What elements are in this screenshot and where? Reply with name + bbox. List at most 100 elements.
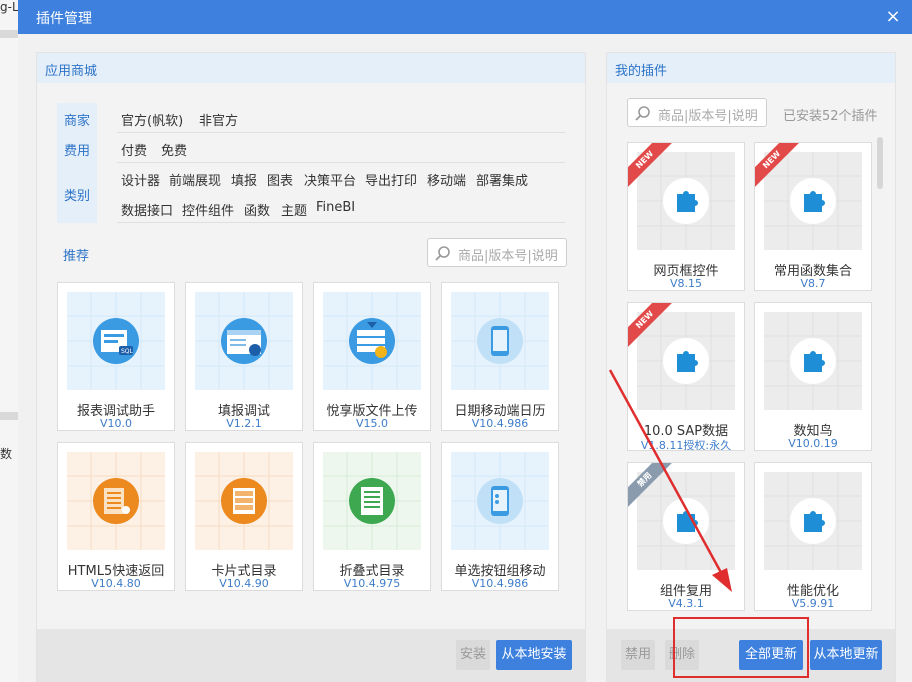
background-text: 数 [0,447,13,461]
filter-option-fill[interactable]: 填报 [231,170,257,189]
background-window [0,0,18,682]
card-thumbnail [764,472,862,570]
card-version: V10.0.19 [788,437,838,450]
my-plugin-card[interactable]: 性能优化 V5.9.91 [754,462,872,611]
disable-button[interactable]: 禁用 [621,640,655,670]
filter-option-export[interactable]: 导出打印 [365,170,417,189]
installed-count: 已安装52个插件 [783,109,878,124]
filter-option-mobile[interactable]: 移动端 [427,170,466,189]
card-thumbnail [67,452,165,550]
store-card[interactable]: 卡片式目录 V10.4.90 [185,442,303,591]
store-search-input[interactable]: 商品|版本号|说明 [427,238,567,267]
store-card[interactable]: 单选按钮组移动 V10.4.986 [441,442,559,591]
card-version: V5.9.91 [791,597,835,610]
filter-option-designer[interactable]: 设计器 [121,170,160,189]
html5-back-icon [104,488,130,514]
fold-catalog-icon [361,487,383,515]
card-version: V1.2.1 [226,417,262,430]
radio-mobile-icon [491,486,509,516]
filter-option-decision[interactable]: 决策平台 [304,170,356,189]
store-card[interactable]: SQL 报表调试助手 V10.0 [57,282,175,431]
store-card[interactable]: 日期移动端日历 V10.4.986 [441,282,559,431]
card-thumbnail [195,452,293,550]
store-card[interactable]: 折叠式目录 V10.4.975 [313,442,431,591]
filter-label-category: 类别 [63,189,90,204]
card-version: V8.7 [800,277,826,290]
store-search-placeholder: 商品|版本号|说明 [458,249,558,264]
card-thumbnail [637,472,735,570]
puzzle-icon [677,511,698,532]
filter-label-fee: 费用 [63,144,90,159]
filter-labels: 商家 费用 类别 [57,103,97,223]
filter-option-deploy[interactable]: 部署集成 [476,170,528,189]
card-version: V10.4.90 [219,577,269,590]
scrollbar[interactable] [877,137,883,189]
store-card[interactable]: 悅享版文件上传 V15.0 [313,282,431,431]
card-version: V10.4.986 [471,577,529,590]
delete-button[interactable]: 删除 [665,640,699,670]
filter-option-data-interface[interactable]: 数据接口 [121,200,173,219]
filter-option-theme[interactable]: 主题 [281,200,307,219]
update-all-button[interactable]: 全部更新 [739,640,803,670]
filter-option-function[interactable]: 函数 [244,200,270,219]
card-version: V4.3.1 [668,597,704,610]
my-plugin-card[interactable]: NEW 常用函数集合 V8.7 [754,142,872,291]
mobile-calendar-icon [491,326,509,356]
card-version: V10.4.986 [471,417,529,430]
background-divider [0,30,18,38]
puzzle-icon [677,351,698,372]
card-version: V10.0 [99,417,133,430]
card-thumbnail [637,312,735,410]
dialog-titlebar[interactable]: 插件管理 × [18,0,912,34]
fill-debug-icon [227,330,261,356]
store-card[interactable]: HTML5快速返回 V10.4.80 [57,442,175,591]
my-plugins-search-input[interactable]: 商品|版本号|说明 [627,98,767,127]
filter-option-frontend[interactable]: 前端展现 [169,170,221,189]
background-text: g-L [0,0,19,14]
card-catalog-icon [233,488,255,514]
report-debug-icon: SQL [101,330,134,355]
my-plugin-card[interactable]: NEW 网页框控件 V8.15 [627,142,745,291]
filter-label-vendor: 商家 [63,114,90,129]
puzzle-icon [804,191,825,212]
my-plugins-footer: 禁用 删除 全部更新 从本地更新 [607,629,895,681]
my-plugins-search-placeholder: 商品|版本号|说明 [658,109,758,124]
filter-option-widget[interactable]: 控件组件 [182,200,234,219]
card-version: V10.4.975 [343,577,401,590]
my-plugins-panel: 我的插件 商品|版本号|说明 已安装52个插件 NEW 网页框控件 V8.15 [606,52,896,682]
card-version: V15.0 [355,417,389,430]
filter-option-unofficial[interactable]: 非官方 [199,110,238,129]
store-footer: 安装 从本地安装 [37,629,585,681]
card-thumbnail [764,152,862,250]
filter-option-finebi[interactable]: FineBI [316,200,355,215]
store-panel: 应用商城 商家 费用 类别 官方(帆软) 非官方 付费 免费 设计器 前端展现 … [36,52,586,682]
card-thumbnail: SQL [67,292,165,390]
update-from-local-button[interactable]: 从本地更新 [810,640,882,670]
install-from-local-button[interactable]: 从本地安装 [496,640,572,670]
card-thumbnail [323,452,421,550]
card-thumbnail [451,452,549,550]
filter-option-chart[interactable]: 图表 [267,170,293,189]
card-thumbnail [764,312,862,410]
card-thumbnail [451,292,549,390]
my-plugin-card[interactable]: NEW 10.0 SAP数据 V1.8.11授权:永久 [627,302,745,451]
card-version: V10.4.80 [91,577,141,590]
background-divider [0,412,18,420]
my-plugin-card[interactable]: 数知鸟 V10.0.19 [754,302,872,451]
filter-option-free[interactable]: 免费 [161,140,187,159]
my-plugin-card[interactable]: 禁用 组件复用 V4.3.1 [627,462,745,611]
filter-option-official[interactable]: 官方(帆软) [121,110,183,129]
filter-option-paid[interactable]: 付费 [121,140,147,159]
filter-row-vendor: 官方(帆软) 非官方 [117,103,565,133]
search-icon [635,106,650,121]
puzzle-icon [804,511,825,532]
file-upload-icon [357,322,387,358]
store-card[interactable]: 填报调试 V1.2.1 [185,282,303,431]
filter-row-category: 设计器 前端展现 填报 图表 决策平台 导出打印 移动端 部署集成 数据接口 控… [117,163,565,223]
puzzle-icon [804,351,825,372]
my-plugins-header: 我的插件 [607,53,895,83]
install-button[interactable]: 安装 [456,640,490,670]
dialog-title: 插件管理 [36,11,92,27]
plugin-manager-dialog: 插件管理 × 应用商城 商家 费用 类别 官方(帆软) 非官方 付费 免费 设计… [18,0,912,682]
close-icon[interactable]: × [882,6,904,28]
